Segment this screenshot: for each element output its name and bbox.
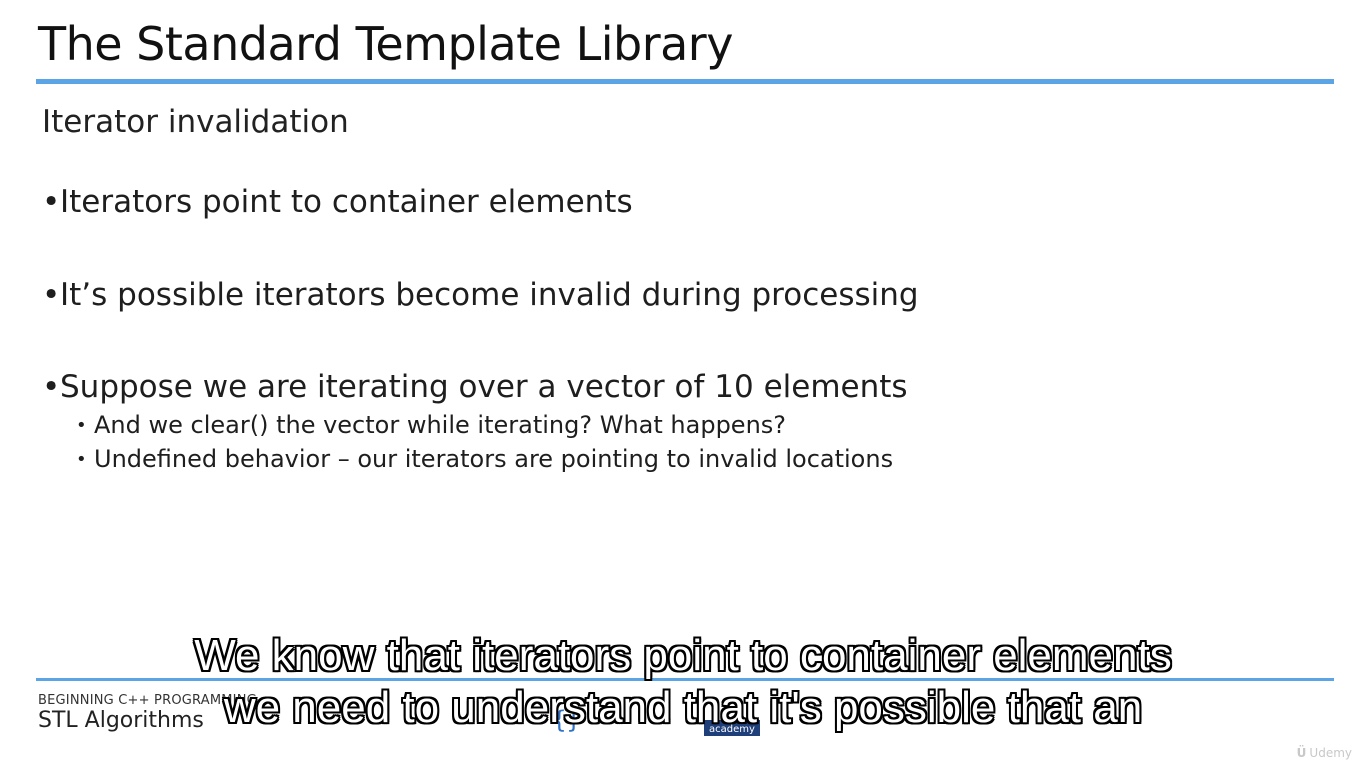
slide-title: The Standard Template Library (38, 17, 733, 71)
bullet-dot: • (42, 184, 61, 220)
bullet-dot: • (42, 369, 61, 405)
bullet-dot: • (42, 277, 61, 313)
bullet-item: •Suppose we are iterating over a vector … (42, 368, 908, 406)
subtitle-caption-line-2: we need to understand that it's possible… (223, 683, 1143, 732)
udemy-brand: Udemy (1309, 746, 1352, 760)
bullet-dot: • (76, 415, 87, 436)
bullet-dot: • (76, 449, 87, 470)
bullet-item: •Iterators point to container elements (42, 183, 633, 221)
sub-bullet-text: Undefined behavior – our iterators are p… (94, 445, 894, 473)
title-divider (36, 79, 1334, 84)
sub-bullet-text: And we clear() the vector while iteratin… (94, 411, 787, 439)
sub-bullet-item: • And we clear() the vector while iterati… (76, 410, 786, 441)
slide-subtitle: Iterator invalidation (42, 104, 349, 140)
subtitle-caption-line-1: We know that iterators point to containe… (194, 631, 1172, 680)
bullet-item: •It’s possible iterators become invalid … (42, 276, 919, 314)
bullet-text: It’s possible iterators become invalid d… (60, 277, 919, 313)
bullet-text: Suppose we are iterating over a vector o… (60, 369, 908, 405)
udemy-watermark: Ü Udemy (1297, 746, 1352, 760)
sub-bullet-item: • Undefined behavior – our iterators are … (76, 444, 893, 475)
bullet-text: Iterators point to container elements (60, 184, 633, 220)
udemy-logo-icon: Ü (1296, 746, 1307, 760)
